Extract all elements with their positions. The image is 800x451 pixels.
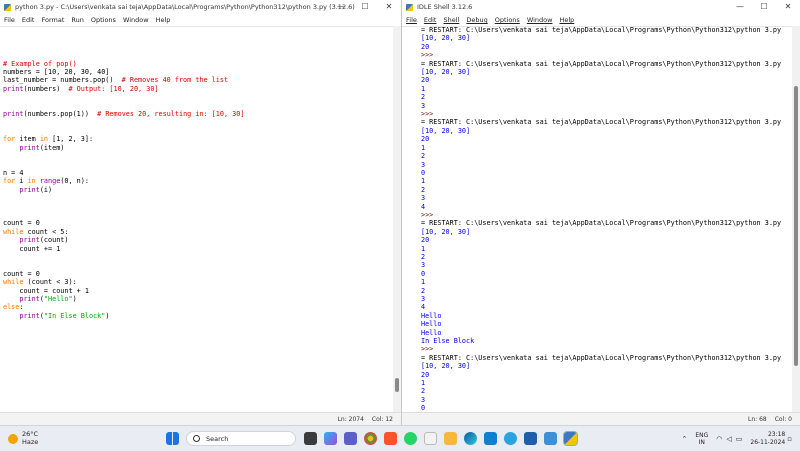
search-box[interactable]: Search [186, 431, 296, 446]
notepad-icon[interactable] [423, 432, 437, 445]
close-icon[interactable]: ✕ [377, 0, 401, 14]
sun-icon [8, 433, 18, 444]
taskbar: 26°C Haze Search ⌃ ENG IN ◠ ◁ ▭ 23:18 26… [0, 425, 800, 451]
minimize-icon[interactable]: — [728, 0, 752, 14]
notification-icon[interactable]: ▫ [787, 435, 792, 443]
menu-help[interactable]: Help [156, 16, 171, 24]
menu-debug[interactable]: Debug [466, 16, 487, 24]
menu-window[interactable]: Window [527, 16, 553, 24]
shell-scroll-thumb[interactable] [794, 86, 798, 366]
python-icon [406, 3, 413, 11]
editor-statusbar: Ln: 2074 Col: 12 [0, 412, 401, 425]
close-icon[interactable]: ✕ [776, 0, 800, 14]
shell-col-number: Col: 0 [774, 415, 792, 423]
menu-options[interactable]: Options [91, 16, 116, 24]
menu-run[interactable]: Run [71, 16, 83, 24]
taskbar-apps: Search [162, 431, 580, 446]
shield-icon[interactable] [523, 432, 537, 445]
menu-shell[interactable]: Shell [443, 16, 459, 24]
menu-options[interactable]: Options [495, 16, 520, 24]
menu-edit[interactable]: Edit [424, 16, 437, 24]
python-idle-icon[interactable] [562, 431, 578, 446]
shell-window[interactable]: IDLE Shell 3.12.6 — ☐ ✕ File Edit Shell … [402, 0, 800, 425]
store-icon[interactable] [483, 432, 497, 445]
shell-titlebar[interactable]: IDLE Shell 3.12.6 — ☐ ✕ [402, 0, 800, 14]
clock-date: 26-11-2024 [750, 438, 786, 446]
python-icon [4, 3, 11, 11]
weather-widget[interactable]: 26°C Haze [8, 430, 128, 446]
menu-file[interactable]: File [4, 16, 15, 24]
task-view-icon[interactable] [303, 432, 317, 445]
start-icon[interactable] [165, 432, 179, 445]
editor-scroll-thumb[interactable] [395, 378, 399, 392]
shell-title: IDLE Shell 3.12.6 [417, 3, 473, 11]
editor-col-number: Col: 12 [371, 415, 393, 423]
search-placeholder: Search [206, 434, 229, 443]
chevron-up-icon[interactable]: ⌃ [681, 435, 687, 443]
shell-scrollbar[interactable] [792, 26, 800, 413]
minimize-icon[interactable]: — [329, 0, 353, 14]
battery-icon[interactable]: ▭ [736, 435, 743, 443]
telegram-icon[interactable] [503, 432, 517, 445]
copilot-icon[interactable] [323, 432, 337, 445]
menu-help[interactable]: Help [559, 16, 574, 24]
shell-window-controls: — ☐ ✕ [728, 0, 800, 14]
wifi-icon[interactable]: ◠ [716, 435, 722, 443]
speaker-icon[interactable]: ◁ [726, 435, 731, 443]
clock-time: 23:18 [767, 430, 786, 438]
shell-statusbar: Ln: 68 Col: 0 [402, 412, 800, 425]
editor-code-area[interactable]: # Example of pop() numbers = [10, 20, 30… [0, 26, 391, 413]
maximize-icon[interactable]: ☐ [353, 0, 377, 14]
menu-format[interactable]: Format [41, 16, 64, 24]
edge-icon[interactable] [463, 432, 477, 445]
menu-window[interactable]: Window [123, 16, 149, 24]
system-tray: ⌃ ENG IN ◠ ◁ ▭ 23:18 26-11-2024 ▫ [679, 426, 794, 451]
editor-scrollbar[interactable] [393, 26, 401, 413]
app-icon[interactable] [543, 432, 557, 445]
shell-line-number: Ln: 68 [748, 415, 767, 423]
whatsapp-icon[interactable] [403, 432, 417, 445]
teams-icon[interactable] [343, 432, 357, 445]
search-icon [193, 435, 200, 442]
brave-icon[interactable] [383, 432, 397, 445]
chrome-icon[interactable] [363, 432, 377, 445]
editor-title: python 3.py - C:\Users\venkata sai teja\… [15, 3, 355, 11]
maximize-icon[interactable]: ☐ [752, 0, 776, 14]
file-explorer-icon[interactable] [443, 432, 457, 445]
editor-titlebar[interactable]: python 3.py - C:\Users\venkata sai teja\… [0, 0, 401, 14]
editor-line-number: Ln: 2074 [337, 415, 364, 423]
weather-condition: Haze [22, 437, 39, 446]
editor-window-controls: — ☐ ✕ [329, 0, 401, 14]
menu-file[interactable]: File [406, 16, 417, 24]
language-indicator[interactable]: ENG IN [695, 432, 708, 446]
editor-window[interactable]: python 3.py - C:\Users\venkata sai teja\… [0, 0, 402, 425]
clock[interactable]: 23:18 26-11-2024 [750, 431, 785, 447]
shell-output-area[interactable]: = RESTART: C:\Users\venkata sai teja\App… [418, 26, 790, 413]
menu-edit[interactable]: Edit [22, 16, 35, 24]
